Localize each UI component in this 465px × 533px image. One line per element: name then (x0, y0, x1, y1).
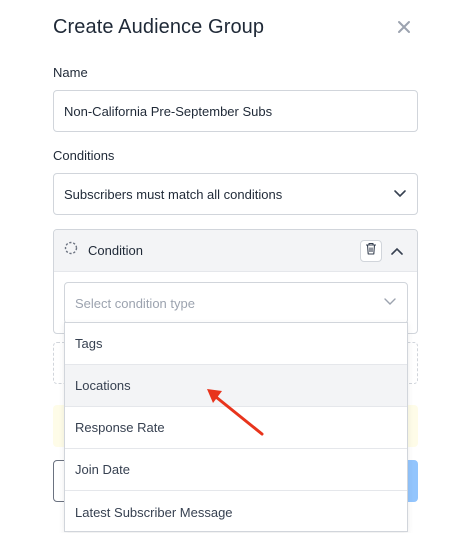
delete-condition-button[interactable] (360, 240, 382, 262)
close-icon[interactable] (394, 17, 414, 37)
dialog-title: Create Audience Group (53, 16, 265, 38)
menu-item-latest-subscriber-message[interactable]: Latest Subscriber Message (65, 491, 407, 533)
match-mode-value: Subscribers must match all conditions (64, 186, 283, 202)
conditions-label: Conditions (53, 148, 115, 163)
chevron-down-icon (393, 187, 407, 202)
menu-item-locations[interactable]: Locations (65, 365, 407, 407)
name-input[interactable]: Non-California Pre-September Subs (53, 90, 418, 132)
condition-type-placeholder: Select condition type (75, 295, 195, 311)
chevron-up-icon[interactable] (390, 243, 404, 261)
name-label: Name (53, 65, 88, 80)
condition-title: Condition (88, 243, 143, 258)
condition-type-select[interactable]: Select condition type (64, 282, 408, 324)
menu-item-tags[interactable]: Tags (65, 323, 407, 365)
menu-item-join-date[interactable]: Join Date (65, 449, 407, 491)
condition-type-menu: Tags Locations Response Rate Join Date L… (64, 322, 408, 532)
menu-item-response-rate[interactable]: Response Rate (65, 407, 407, 449)
condition-header[interactable]: Condition (54, 230, 417, 272)
dashed-circle-icon (64, 241, 78, 260)
trash-icon (365, 242, 377, 260)
name-input-value: Non-California Pre-September Subs (64, 103, 273, 119)
match-mode-select[interactable]: Subscribers must match all conditions (53, 173, 418, 215)
chevron-down-icon (383, 294, 397, 312)
